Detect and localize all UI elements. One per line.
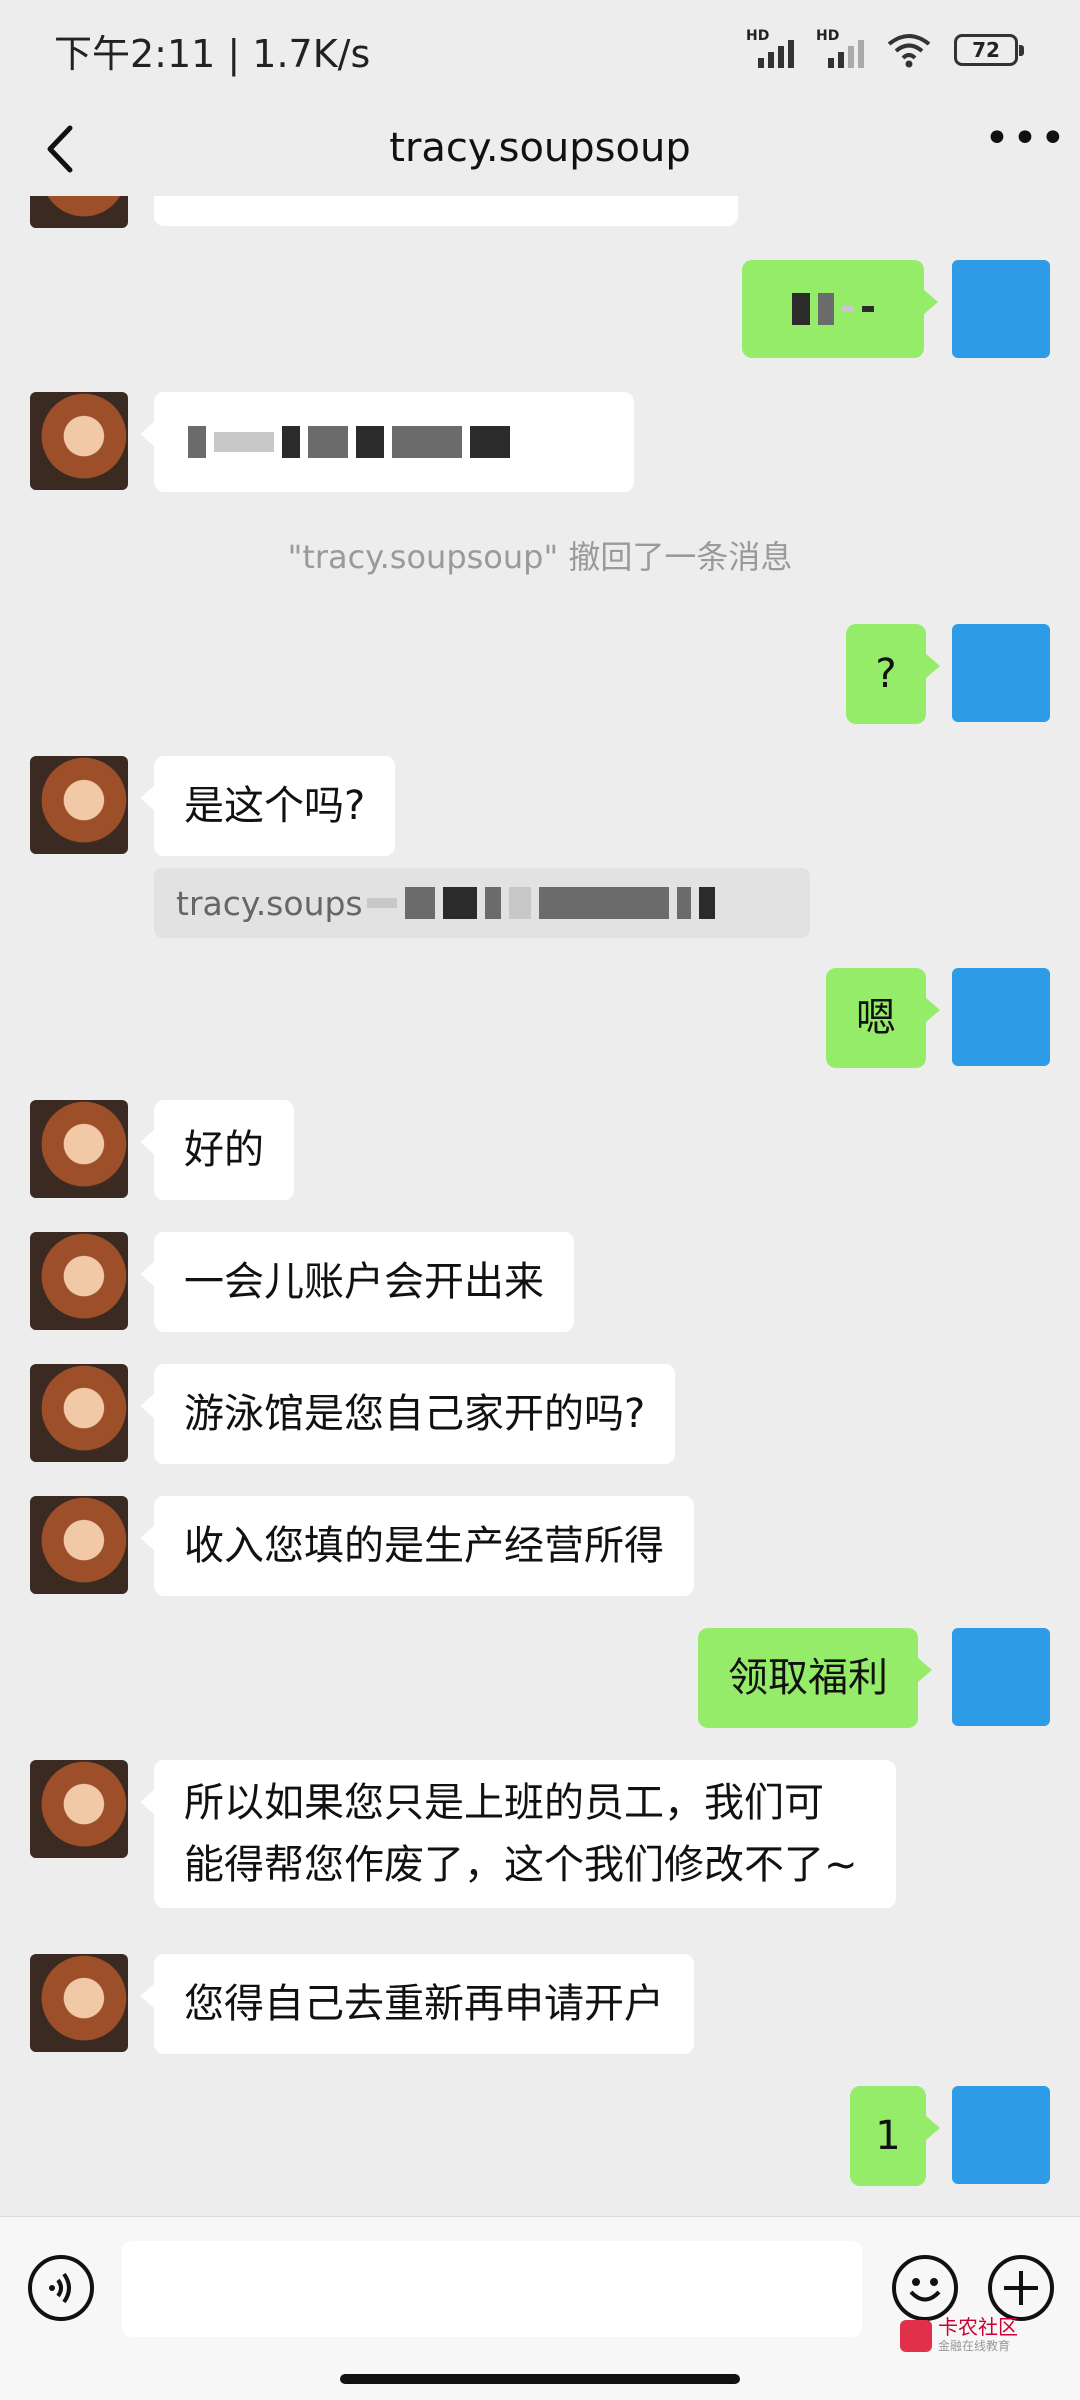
message-text: 领取福利 xyxy=(728,1655,888,1701)
emoji-icon xyxy=(909,2278,941,2302)
avatar-doraemon[interactable] xyxy=(952,2086,1050,2184)
status-icons: HD HD 72 xyxy=(746,28,1024,70)
message-bubble[interactable]: 收入您填的是生产经营所得 xyxy=(140,1496,694,1596)
avatar-doraemon[interactable] xyxy=(952,968,1050,1066)
quoted-message[interactable]: tracy.soups xyxy=(154,868,810,938)
message-bubble[interactable]: 您得自己去重新再申请开户 xyxy=(140,1954,694,2054)
avatar[interactable] xyxy=(30,196,128,228)
watermark: 卡农社区 金融在线教育 xyxy=(900,2317,1018,2354)
message-text: 是这个吗? xyxy=(184,783,366,829)
avatar-doraemon[interactable] xyxy=(952,624,1050,722)
avatar[interactable] xyxy=(30,1954,128,2052)
message-text: 游泳馆是您自己家开的吗? xyxy=(184,1391,646,1437)
chat-header: tracy.soupsoup ••• xyxy=(0,100,1080,196)
avatar[interactable] xyxy=(30,756,128,854)
message-bubble[interactable]: ? xyxy=(846,624,940,724)
message-text-line-1: 所以如果您只是上班的员工，我们可 xyxy=(184,1780,824,1826)
chevron-left-icon xyxy=(47,125,73,173)
message-bubble[interactable]: 一会儿账户会开出来 xyxy=(140,1232,574,1332)
message-bubble[interactable]: 是这个吗? xyxy=(139,756,396,856)
emoji-button[interactable] xyxy=(892,2255,958,2321)
voice-button[interactable] xyxy=(28,2255,94,2321)
battery-level: 72 xyxy=(972,38,1000,62)
avatar[interactable] xyxy=(30,1100,128,1198)
avatar-doraemon[interactable] xyxy=(952,1628,1050,1726)
message-bubble[interactable]: 1 xyxy=(850,2086,940,2186)
avatar[interactable] xyxy=(30,1364,128,1462)
avatar[interactable] xyxy=(30,392,128,490)
message-text-line-2: 能得帮您作废了，这个我们修改不了~ xyxy=(184,1842,858,1888)
message-bubble[interactable]: 游泳馆是您自己家开的吗? xyxy=(139,1364,676,1464)
message-bubble[interactable]: 嗯 xyxy=(826,968,940,1068)
signal-icon: HD xyxy=(746,28,794,70)
avatar[interactable] xyxy=(30,1760,128,1858)
plus-button[interactable] xyxy=(988,2255,1054,2321)
watermark-logo xyxy=(900,2319,932,2352)
message-bubble[interactable]: 好的 xyxy=(140,1100,294,1200)
avatar[interactable] xyxy=(30,1232,128,1330)
chat-title: tracy.soupsoup xyxy=(389,125,691,171)
message-text: 您得自己去重新再申请开户 xyxy=(184,1981,664,2027)
message-text: 收入您填的是生产经营所得 xyxy=(184,1523,664,1569)
message-bubble[interactable] xyxy=(154,196,738,226)
message-bubble[interactable] xyxy=(140,392,634,492)
signal-icon-2: HD xyxy=(816,28,864,70)
more-dots-icon: ••• xyxy=(984,113,1068,164)
back-button[interactable] xyxy=(28,114,98,184)
status-time-speed: 下午2:11 | 1.7K/s xyxy=(54,31,371,76)
wifi-icon xyxy=(887,34,931,68)
status-bar: 下午2:11 | 1.7K/s HD HD 72 xyxy=(0,0,1080,100)
message-text: 好的 xyxy=(184,1127,264,1173)
watermark-sub-text: 金融在线教育 xyxy=(938,2339,1011,2353)
plus-icon xyxy=(1004,2271,1038,2305)
recall-notice: "tracy.soupsoup" 撤回了一条消息 xyxy=(287,538,793,576)
message-bubble[interactable] xyxy=(742,260,938,358)
input-bar: 卡农社区 金融在线教育 xyxy=(0,2216,1080,2400)
message-input[interactable] xyxy=(122,2241,862,2337)
more-button[interactable]: ••• xyxy=(984,117,1066,174)
battery-icon: 72 xyxy=(954,34,1024,66)
quote-text: tracy.soups xyxy=(176,883,363,923)
message-text: ? xyxy=(875,651,897,697)
avatar-doraemon[interactable] xyxy=(952,260,1050,358)
voice-icon xyxy=(49,2272,71,2304)
message-text: 1 xyxy=(875,2113,901,2159)
message-bubble[interactable]: 所以如果您只是上班的员工，我们可 能得帮您作废了，这个我们修改不了~ xyxy=(140,1760,896,1908)
watermark-main-text: 卡农社区 xyxy=(938,2315,1018,2339)
message-bubble[interactable]: 领取福利 xyxy=(698,1628,932,1728)
message-list[interactable]: "tracy.soupsoup" 撤回了一条消息 ? 是这个吗? tracy.s… xyxy=(0,196,1080,2216)
avatar[interactable] xyxy=(30,1496,128,1594)
message-text: 嗯 xyxy=(856,995,896,1041)
home-indicator[interactable] xyxy=(340,2374,740,2384)
message-text: 一会儿账户会开出来 xyxy=(184,1259,544,1305)
